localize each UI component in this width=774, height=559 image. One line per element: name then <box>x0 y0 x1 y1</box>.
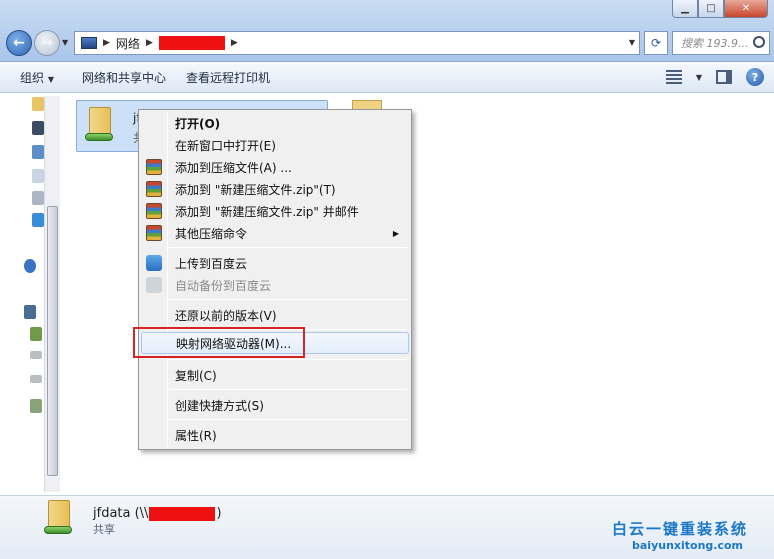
menu-item-label: 添加到 "新建压缩文件.zip"(T) <box>175 182 336 197</box>
computer-icon[interactable] <box>24 305 36 319</box>
documents-library-icon[interactable] <box>32 169 44 183</box>
menu-separator <box>169 299 407 300</box>
window-controls: ▁ □ ✕ <box>672 0 768 18</box>
menu-item-upload-baidu[interactable]: 上传到百度云 <box>141 252 409 274</box>
menu-item-other-compress[interactable]: 其他压缩命令 ▶ <box>141 222 409 244</box>
command-bar: 组织 ▼ 网络和共享中心 查看远程打印机 ▼ ? <box>0 62 774 93</box>
music-library-icon[interactable] <box>32 213 44 227</box>
video-library-icon[interactable] <box>32 121 44 135</box>
watermark-url: baiyunxitong.com <box>632 539 744 552</box>
shared-folder-icon <box>44 500 74 536</box>
address-dropdown-icon[interactable]: ▼ <box>629 38 635 47</box>
menu-item-create-shortcut[interactable]: 创建快捷方式(S) <box>141 394 409 416</box>
address-bar[interactable]: ▶ 网络 ▶ ▶ ▼ <box>74 31 640 55</box>
chevron-down-icon: ▼ <box>47 74 54 84</box>
menu-item-label: 在新窗口中打开(E) <box>175 138 276 153</box>
documents-icon[interactable] <box>32 191 44 205</box>
refresh-icon[interactable]: ⟳ <box>644 31 668 55</box>
back-button[interactable]: ← <box>6 30 32 56</box>
menu-item-label: 打开(O) <box>175 116 221 131</box>
menu-item-label: 创建快捷方式(S) <box>175 398 264 413</box>
menu-item-properties[interactable]: 属性(R) <box>141 424 409 446</box>
preview-pane-icon[interactable] <box>716 70 732 84</box>
shared-folder-icon <box>85 107 115 143</box>
menu-item-add-to-zip-and-email[interactable]: 添加到 "新建压缩文件.zip" 并邮件 <box>141 200 409 222</box>
redacted-host <box>158 36 225 50</box>
search-icon[interactable] <box>753 36 765 48</box>
network-location-icon <box>81 37 97 49</box>
details-item-name: jfdata (\\ ) <box>93 506 222 521</box>
menu-separator <box>169 419 407 420</box>
breadcrumb-separator-icon[interactable]: ▶ <box>103 38 110 48</box>
menu-item-label: 添加到压缩文件(A) ... <box>175 160 292 175</box>
drive-icon[interactable] <box>30 375 42 383</box>
folder-icon[interactable] <box>32 97 44 111</box>
redacted-host <box>149 506 216 521</box>
menu-item-open-new-window[interactable]: 在新窗口中打开(E) <box>141 134 409 156</box>
menu-item-auto-backup-baidu: 自动备份到百度云 <box>141 274 409 296</box>
remote-printers-button[interactable]: 查看远程打印机 <box>176 69 280 86</box>
menu-item-label: 其他压缩命令 <box>175 226 248 241</box>
homegroup-icon[interactable] <box>24 259 36 273</box>
menu-item-label: 复制(C) <box>175 368 217 383</box>
baidu-cloud-icon <box>146 255 162 271</box>
winrar-icon <box>146 159 162 175</box>
menu-item-add-to-zip[interactable]: 添加到 "新建压缩文件.zip"(T) <box>141 178 409 200</box>
network-center-button[interactable]: 网络和共享中心 <box>72 69 176 86</box>
menu-item-label: 属性(R) <box>175 428 217 443</box>
menu-item-label: 上传到百度云 <box>175 256 248 271</box>
watermark-title: 白云一键重装系统 <box>612 520 749 538</box>
context-menu: 打开(O) 在新窗口中打开(E) 添加到压缩文件(A) ... 添加到 "新建压… <box>138 109 412 450</box>
nav-scrollbar[interactable] <box>44 96 60 492</box>
history-dropdown-icon[interactable]: ▼ <box>62 38 68 47</box>
drive-icon[interactable] <box>30 327 42 341</box>
search-input[interactable]: 搜索 193.9... <box>672 31 770 55</box>
organize-menu[interactable]: 组织 ▼ <box>0 69 72 86</box>
details-name-prefix: jfdata (\\ <box>93 506 149 521</box>
highlight-annotation-box <box>133 327 305 358</box>
menu-item-label: 自动备份到百度云 <box>175 278 272 293</box>
minimize-icon[interactable]: ▁ <box>672 0 698 18</box>
close-icon[interactable]: ✕ <box>724 0 768 18</box>
watermark: 白云一键重装系统 baiyunxitong.com <box>612 518 772 558</box>
scrollbar-thumb[interactable] <box>47 206 58 476</box>
winrar-icon <box>146 225 162 241</box>
menu-separator <box>169 359 407 360</box>
menu-item-label: 添加到 "新建压缩文件.zip" 并邮件 <box>175 204 359 219</box>
menu-separator <box>169 389 407 390</box>
baidu-cloud-icon <box>146 277 162 293</box>
menu-separator <box>169 247 407 248</box>
title-bar: ▁ □ ✕ ← → ▼ ▶ 网络 ▶ ▶ ▼ ⟳ 搜索 193.9... <box>0 0 774 62</box>
breadcrumb-separator-icon[interactable]: ▶ <box>146 38 153 48</box>
menu-item-add-to-archive[interactable]: 添加到压缩文件(A) ... <box>141 156 409 178</box>
search-placeholder: 搜索 193.9... <box>681 37 749 50</box>
menu-item-restore-versions[interactable]: 还原以前的版本(V) <box>141 304 409 326</box>
forward-button[interactable]: → <box>34 30 60 56</box>
menu-item-label: 还原以前的版本(V) <box>175 308 277 323</box>
menu-item-open[interactable]: 打开(O) <box>141 112 409 134</box>
details-name-suffix: ) <box>216 506 222 521</box>
menu-item-copy[interactable]: 复制(C) <box>141 364 409 386</box>
change-view-icon[interactable] <box>665 70 682 84</box>
maximize-icon[interactable]: □ <box>698 0 724 18</box>
breadcrumb-separator-icon[interactable]: ▶ <box>231 38 238 48</box>
organize-label: 组织 <box>20 70 45 85</box>
view-dropdown-icon[interactable]: ▼ <box>696 73 702 82</box>
help-icon[interactable]: ? <box>746 68 764 86</box>
winrar-icon <box>146 203 162 219</box>
winrar-icon <box>146 181 162 197</box>
details-item-type: 共享 <box>93 523 115 536</box>
pictures-library-icon[interactable] <box>32 145 44 159</box>
view-controls: ▼ ? <box>665 68 764 86</box>
drive-icon[interactable] <box>30 351 42 359</box>
removable-drive-icon[interactable] <box>30 399 42 413</box>
submenu-arrow-icon: ▶ <box>392 228 399 238</box>
breadcrumb-network[interactable]: 网络 <box>116 35 140 52</box>
